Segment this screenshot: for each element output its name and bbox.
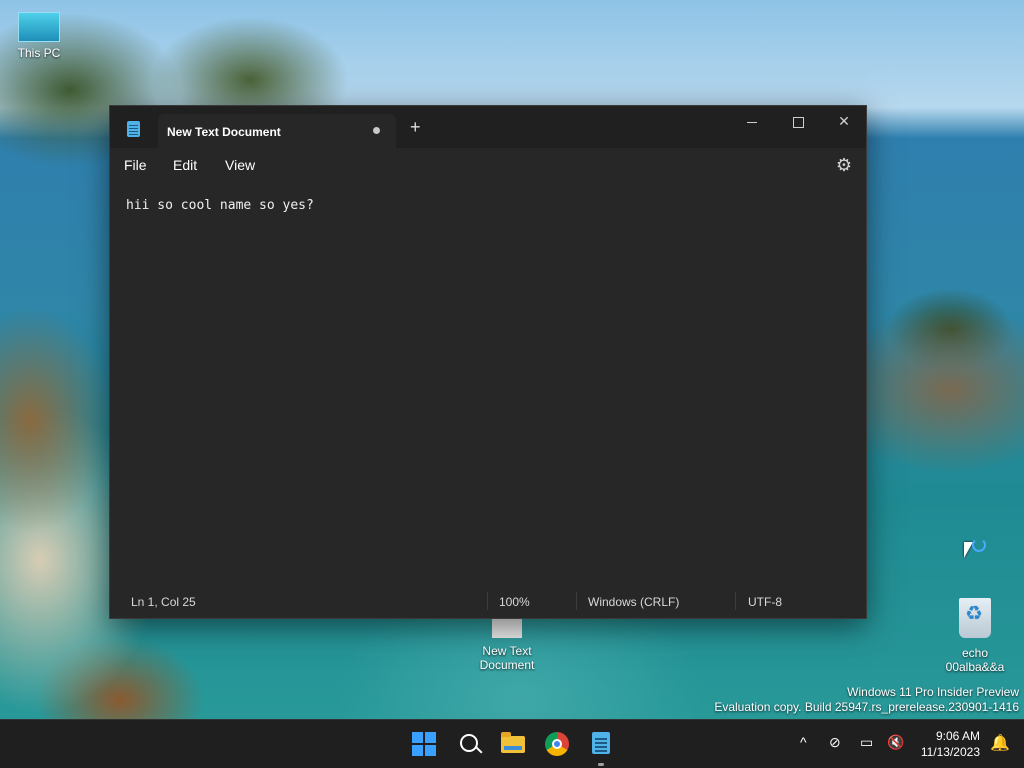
status-divider xyxy=(487,592,488,610)
menu-view[interactable]: View xyxy=(225,157,255,173)
search-button[interactable] xyxy=(453,728,485,760)
display-icon[interactable]: ▭ xyxy=(860,734,873,751)
file-explorer-button[interactable] xyxy=(497,728,529,760)
monitor-icon xyxy=(18,12,60,42)
menu-bar: File Edit View ⚙ xyxy=(110,148,866,184)
menu-file[interactable]: File xyxy=(124,157,147,173)
chrome-button[interactable] xyxy=(541,728,573,760)
this-pc-label: This PC xyxy=(17,46,61,60)
maximize-icon xyxy=(792,116,804,128)
folder-icon xyxy=(501,732,525,753)
menu-edit[interactable]: Edit xyxy=(173,157,197,173)
clock-time: 9:06 AM xyxy=(935,729,980,743)
watermark-line-2: Evaluation copy. Build 25947.rs_prerelea… xyxy=(714,700,1019,714)
status-divider xyxy=(576,592,577,610)
watermark-line-1: Windows 11 Pro Insider Preview xyxy=(847,685,1019,699)
cursor-position-status: Ln 1, Col 25 xyxy=(131,595,196,609)
clock[interactable]: 9:06 AM 11/13/2023 xyxy=(921,728,980,760)
title-bar[interactable]: New Text Document + ✕ xyxy=(110,106,866,148)
network-disconnected-icon[interactable]: ⊘ xyxy=(829,734,841,751)
taskbar: ^ ⊘ ▭ 🔇 9:06 AM 11/13/2023 🔔 xyxy=(0,719,1024,768)
zoom-status[interactable]: 100% xyxy=(499,595,530,609)
encoding-status[interactable]: UTF-8 xyxy=(748,595,782,609)
new-text-document-desktop-icon[interactable]: New Text Document xyxy=(470,616,544,672)
status-divider xyxy=(735,592,736,610)
active-indicator xyxy=(598,763,604,766)
start-button[interactable] xyxy=(408,728,440,760)
settings-gear-icon[interactable]: ⚙ xyxy=(836,155,852,176)
text-editor-area[interactable]: hii so cool name so yes? xyxy=(110,184,866,584)
unsaved-dot-icon[interactable] xyxy=(373,127,380,134)
tab-title: New Text Document xyxy=(167,125,281,139)
recycle-bin-icon xyxy=(959,598,991,638)
tab-new-text-document[interactable]: New Text Document xyxy=(158,114,396,148)
status-bar: Ln 1, Col 25 100% Windows (CRLF) UTF-8 xyxy=(110,584,866,618)
notepad-taskbar-button[interactable] xyxy=(585,728,617,766)
search-icon xyxy=(460,734,478,752)
notepad-icon xyxy=(127,121,140,137)
notepad-window: New Text Document + ✕ File Edit View ⚙ h… xyxy=(109,105,867,619)
recycle-bin-desktop-icon[interactable]: echo 00alba&&a xyxy=(944,598,1006,674)
document-icon xyxy=(492,616,522,638)
new-text-document-label: New Text Document xyxy=(479,644,535,672)
new-tab-button[interactable]: + xyxy=(410,118,421,136)
windows-watermark: Windows 11 Pro Insider Preview Evaluatio… xyxy=(714,685,1019,715)
notification-bell-icon[interactable]: 🔔 xyxy=(990,733,1010,753)
minimize-button[interactable] xyxy=(730,108,774,134)
recycle-bin-label: echo 00alba&&a xyxy=(945,646,1005,674)
show-hidden-icons-chevron-icon[interactable]: ^ xyxy=(800,734,807,750)
editor-content[interactable]: hii so cool name so yes? xyxy=(126,198,314,213)
clock-date: 11/13/2023 xyxy=(920,745,980,759)
close-button[interactable]: ✕ xyxy=(822,108,866,134)
chrome-icon xyxy=(545,732,569,756)
minimize-icon xyxy=(747,121,757,123)
maximize-button[interactable] xyxy=(776,108,820,134)
volume-muted-icon[interactable]: 🔇 xyxy=(887,734,904,751)
busy-spinner-icon xyxy=(972,538,986,552)
notepad-icon xyxy=(592,732,610,754)
line-ending-status[interactable]: Windows (CRLF) xyxy=(588,595,679,609)
this-pc-desktop-icon[interactable]: This PC xyxy=(10,10,68,60)
